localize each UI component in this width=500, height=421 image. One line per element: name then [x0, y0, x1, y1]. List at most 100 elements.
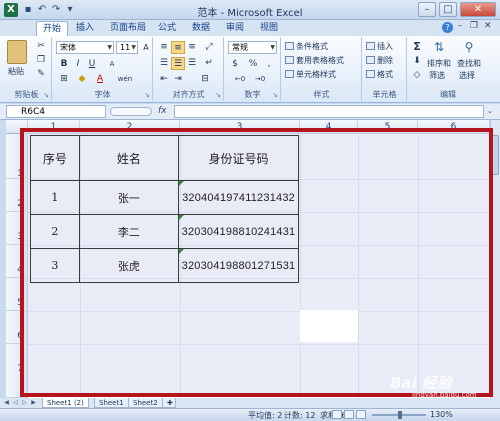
name-box[interactable]: R6C4 — [6, 105, 106, 118]
increase-indent-icon[interactable]: ⇥ — [171, 73, 185, 86]
page-break-view-icon[interactable] — [356, 410, 366, 419]
maximize-icon[interactable]: □ — [439, 2, 457, 17]
paste-icon[interactable] — [7, 40, 27, 64]
italic-button[interactable]: I — [71, 58, 85, 71]
find-select-icon[interactable]: ⚲ — [460, 40, 478, 56]
delete-label: 删除 — [377, 56, 393, 65]
clipboard-expand-icon[interactable]: ↘ — [43, 91, 49, 99]
font-color-button[interactable]: A — [93, 73, 107, 86]
clear-icon[interactable]: ◇ — [410, 69, 424, 82]
cell-styles-button[interactable]: 单元格样式 — [285, 68, 336, 81]
table-cell[interactable]: 李二 — [78, 214, 180, 249]
tab-view[interactable]: 视图 — [254, 21, 284, 36]
ribbon-close-icon[interactable]: ✕ — [484, 21, 492, 31]
tab-insert[interactable]: 插入 — [70, 21, 100, 36]
wrap-text-icon[interactable]: ↵ — [202, 57, 216, 70]
insert-cells-button[interactable]: 插入 — [366, 40, 393, 53]
last-sheet-icon[interactable]: ▶ — [29, 398, 38, 408]
border-icon[interactable]: ⊞ — [57, 73, 71, 86]
next-sheet-icon[interactable]: ▷ — [20, 398, 29, 408]
comma-style-icon[interactable]: , — [262, 58, 276, 71]
page-layout-view-icon[interactable] — [344, 410, 354, 419]
header-cell-name[interactable]: 姓名 — [78, 135, 180, 181]
sheet-tab[interactable]: Sheet2 — [128, 398, 163, 408]
header-cell-index[interactable]: 序号 — [30, 135, 80, 181]
prev-sheet-icon[interactable]: ◁ — [11, 398, 20, 408]
normal-view-icon[interactable] — [332, 410, 342, 419]
font-name-select[interactable]: 宋体 ▼ — [56, 41, 114, 54]
conditional-format-button[interactable]: 条件格式 — [285, 40, 328, 53]
minimize-icon[interactable]: – — [418, 2, 436, 17]
ribbon-restore-icon[interactable]: ❐ — [470, 21, 478, 31]
chevron-down-icon: ▼ — [107, 44, 112, 51]
font-name-value: 宋体 — [60, 43, 76, 52]
close-icon[interactable]: ✕ — [460, 2, 496, 17]
table-cell[interactable]: 张虎 — [78, 248, 180, 283]
format-as-table-button[interactable]: 套用表格格式 — [285, 54, 344, 67]
autosum-button[interactable]: Σ — [410, 40, 424, 53]
merge-center-icon[interactable]: ⊟ — [194, 73, 216, 86]
table-cell-id[interactable]: 320304198801271531 — [178, 248, 299, 283]
tab-data[interactable]: 数据 — [186, 21, 216, 36]
decrease-decimal-icon[interactable]: →0 — [253, 73, 267, 86]
font-expand-icon[interactable]: ↘ — [144, 91, 150, 99]
sort-filter-icon[interactable]: ⇅ — [430, 40, 448, 56]
table-cell-id[interactable]: 320404197411231432 — [178, 180, 299, 215]
table-cell[interactable]: 张一 — [78, 180, 180, 215]
format-cells-button[interactable]: 格式 — [366, 68, 393, 81]
percent-button[interactable]: % — [246, 58, 260, 71]
align-left-icon[interactable]: ☰ — [157, 57, 171, 70]
font-size-select[interactable]: 11 ▼ — [116, 41, 138, 54]
formula-input[interactable] — [174, 105, 484, 118]
table-cell[interactable]: 3 — [30, 248, 80, 283]
orientation-icon[interactable]: ⤢ — [202, 41, 216, 54]
header-cell-id[interactable]: 身份证号码 — [178, 135, 299, 181]
fill-color-icon[interactable]: ◆ — [75, 73, 89, 86]
paste-button[interactable]: 粘贴 — [8, 65, 24, 78]
sheet-tab[interactable]: Sheet1 — [94, 398, 129, 408]
underline-button[interactable]: U — [85, 58, 99, 71]
fx-icon[interactable]: fx — [158, 106, 167, 116]
zoom-level[interactable]: 130% — [430, 410, 453, 419]
delete-cells-button[interactable]: 删除 — [366, 54, 393, 67]
alignment-expand-icon[interactable]: ↘ — [215, 91, 221, 99]
zoom-slider-thumb[interactable] — [398, 411, 402, 419]
active-cell[interactable] — [300, 310, 358, 342]
align-middle-icon[interactable]: ≡ — [171, 41, 185, 54]
phonetic-button[interactable]: wén — [115, 73, 135, 86]
format-painter-icon[interactable]: ✎ — [34, 68, 48, 81]
grow-font-icon[interactable]: A — [139, 41, 153, 54]
tab-review[interactable]: 审阅 — [220, 21, 250, 36]
help-icon[interactable]: ? — [442, 22, 453, 33]
increase-decimal-icon[interactable]: ←0 — [233, 73, 247, 86]
sort-filter-label2[interactable]: 筛选 — [429, 69, 445, 82]
cut-icon[interactable]: ✂ — [34, 40, 48, 53]
fill-icon[interactable]: ⬇ — [410, 55, 424, 68]
find-select-label2[interactable]: 选择 — [459, 69, 475, 82]
editing-group: Σ ⬇ ◇ ⇅ 排序和 筛选 ⚲ 查找和 选择 编辑 — [408, 37, 488, 101]
ribbon-minimize-icon[interactable]: – — [458, 21, 463, 31]
number-format-select[interactable]: 常规 ▼ — [228, 41, 277, 54]
bold-button[interactable]: B — [57, 58, 71, 71]
align-right-icon[interactable]: ☰ — [185, 57, 199, 70]
formula-bar-resize-handle[interactable] — [110, 107, 152, 116]
tab-formulas[interactable]: 公式 — [152, 21, 182, 36]
sheet-tab[interactable]: Sheet1 (2) — [42, 398, 89, 408]
align-center-icon[interactable]: ☰ — [171, 57, 185, 70]
decrease-indent-icon[interactable]: ⇤ — [157, 73, 171, 86]
tab-page-layout[interactable]: 页面布局 — [104, 21, 152, 36]
tab-home[interactable]: 开始 — [36, 21, 69, 36]
copy-icon[interactable]: ❐ — [34, 54, 48, 67]
shrink-font-icon[interactable]: A — [105, 58, 119, 71]
formula-expand-icon[interactable]: ⌄ — [487, 107, 493, 115]
error-indicator-icon — [179, 181, 185, 186]
align-top-icon[interactable]: ≡ — [157, 41, 171, 54]
table-cell[interactable]: 2 — [30, 214, 80, 249]
number-expand-icon[interactable]: ↘ — [272, 91, 278, 99]
table-cell-id[interactable]: 320304198810241431 — [178, 214, 299, 249]
accounting-icon[interactable]: $ — [228, 58, 242, 71]
table-cell[interactable]: 1 — [30, 180, 80, 215]
align-bottom-icon[interactable]: ≡ — [185, 41, 199, 54]
first-sheet-icon[interactable]: ◀ — [2, 398, 11, 408]
insert-sheet-icon[interactable]: ✚ — [162, 398, 176, 408]
